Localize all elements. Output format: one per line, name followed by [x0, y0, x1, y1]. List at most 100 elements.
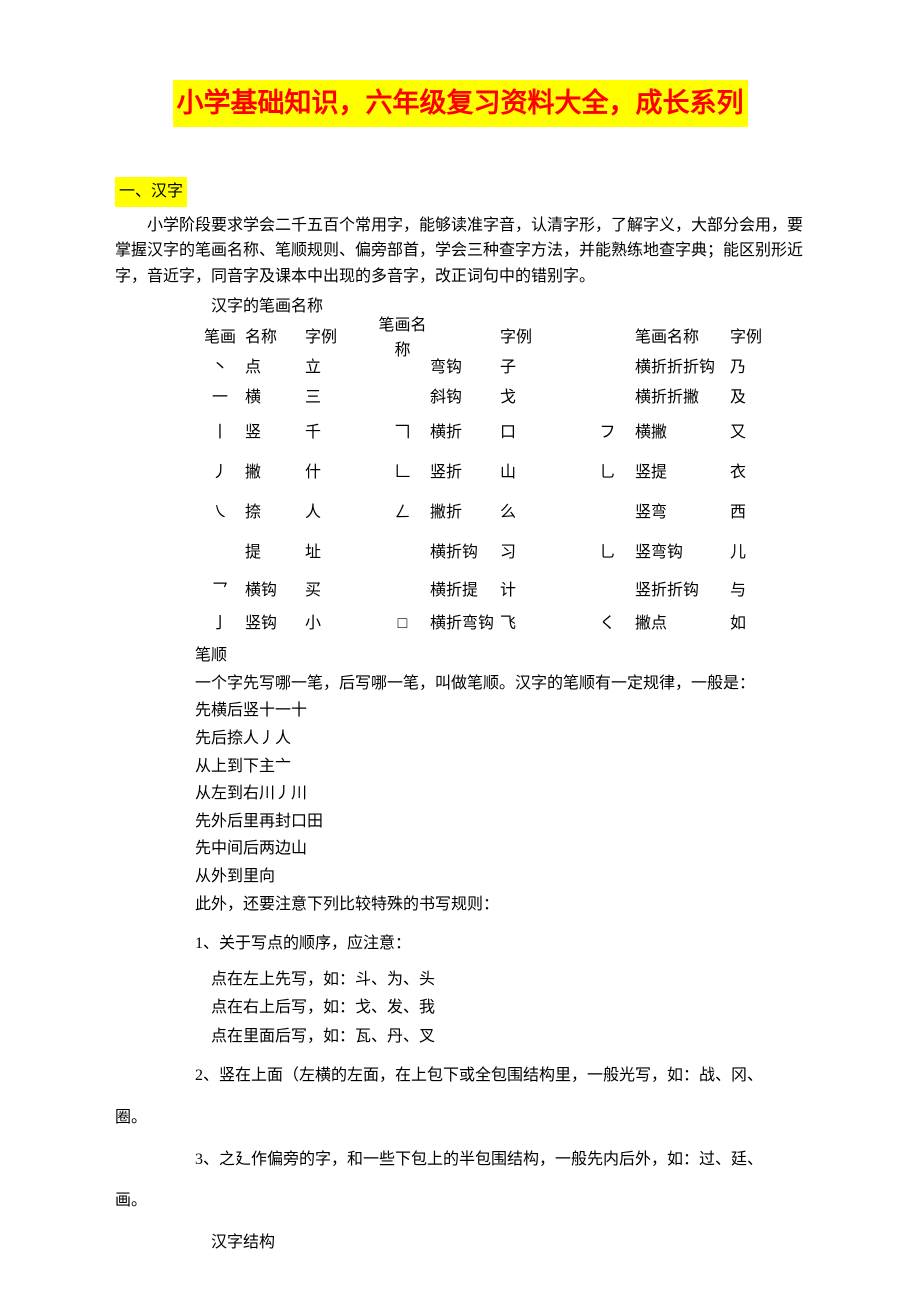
cell-example: 飞 [500, 611, 580, 637]
cell-stroke: 一 [195, 385, 245, 411]
numbered-1: 1、关于写点的顺序，应注意： [195, 931, 805, 957]
cell-name: 横折提 [430, 578, 500, 604]
th-stroke: 笔画 [195, 325, 245, 351]
subhead-stroke-names: 汉字的笔画名称 [211, 294, 805, 320]
table-row: 一 横 三 斜钩 戈 横折折撇 及 [195, 383, 805, 413]
table-row: 丶 点 立 弯钩 子 横折折折钩 乃 [195, 353, 805, 383]
so-line: 从上到下主亠 [195, 754, 805, 780]
cell-stroke: 乚 [580, 540, 635, 566]
cell-name: 弯钩 [430, 355, 500, 381]
th-name: 名称 [245, 325, 305, 351]
numbered-3-tail: 画。 [115, 1188, 805, 1214]
cell-name: 横撇 [635, 420, 730, 446]
cell-name: 竖折折钩 [635, 578, 730, 604]
cell-example: 计 [500, 578, 580, 604]
intro-paragraph: 小学阶段要求学会二千五百个常用字，能够读准字音，认清字形，了解字义，大部分会用，… [115, 213, 805, 290]
cell-example: 人 [305, 500, 375, 526]
so-line: 从左到右川丿川 [195, 781, 805, 807]
cell-name: 撇点 [635, 611, 730, 637]
cell-example: 及 [730, 385, 770, 411]
numbered-2: 2、竖在上面（左横的左面，在上包下或全包围结构里，一般光写，如：战、冈、 [195, 1063, 805, 1089]
table-row: 亅 竖钩 小 □ 横折弯钩 飞 く 撇点 如 [195, 609, 805, 639]
cell-example: 如 [730, 611, 770, 637]
cell-name: 竖弯 [635, 500, 730, 526]
cell-stroke: 𠃍 [375, 420, 430, 446]
cell-stroke: 乚 [580, 460, 635, 486]
section-header-hanzi: 一、汉字 [115, 177, 187, 207]
cell-example: 小 [305, 611, 375, 637]
cell-stroke: ㄥ [375, 500, 430, 526]
cell-name: 横折弯钩 [430, 611, 500, 637]
cell-example: 习 [500, 540, 580, 566]
cell-example: 儿 [730, 540, 770, 566]
so-line: 一个字先写哪一笔，后写哪一笔，叫做笔顺。汉字的笔顺有一定规律，一般是： [195, 671, 805, 697]
cell-stroke: 丿 [195, 460, 245, 486]
th-example: 字例 [305, 325, 375, 351]
cell-example: 西 [730, 500, 770, 526]
cell-name: 撇 [245, 460, 305, 486]
cell-name: 点 [245, 355, 305, 381]
cell-example: 三 [305, 385, 375, 411]
cell-name: 横钩 [245, 578, 305, 604]
cell-name: 横折折折钩 [635, 355, 730, 381]
table-header-row: 笔画 名称 字例 笔画名称 字例 笔画名称 字例 [195, 323, 805, 353]
cell-example: 千 [305, 420, 375, 446]
cell-name: 竖 [245, 420, 305, 446]
cell-example: 与 [730, 578, 770, 604]
cell-name: 横折钩 [430, 540, 500, 566]
stroke-names-table: 笔画 名称 字例 笔画名称 字例 笔画名称 字例 丶 点 立 弯钩 子 横折折折… [195, 323, 805, 639]
sub-line: 点在右上后写，如：戈、发、我 [211, 995, 805, 1021]
so-line: 先横后竖十一十 [195, 698, 805, 724]
so-line: 先后捺人丿人 [195, 726, 805, 752]
cell-example: 子 [500, 355, 580, 381]
table-row: 提 址 横折钩 习 乚 竖弯钩 儿 [195, 533, 805, 573]
cell-stroke: 乛 [195, 578, 245, 604]
sub-line: 点在左上先写，如：斗、为、头 [211, 967, 805, 993]
cell-example: 乃 [730, 355, 770, 381]
so-line: 从外到里向 [195, 864, 805, 890]
cell-example: 买 [305, 578, 375, 604]
cell-name: 提 [245, 540, 305, 566]
cell-example: 立 [305, 355, 375, 381]
numbered-2-tail: 圈。 [115, 1105, 805, 1131]
cell-stroke: ㇏ [195, 500, 245, 526]
th-example2: 字例 [500, 325, 580, 351]
cell-name: 竖折 [430, 460, 500, 486]
th-stroke2: 笔画名称 [375, 313, 430, 364]
cell-stroke: フ [580, 420, 635, 446]
so-line: 此外，还要注意下列比较特殊的书写规则： [195, 892, 805, 918]
cell-example: 什 [305, 460, 375, 486]
stroke-order-title: 笔顺 [195, 643, 805, 669]
cell-name: 撇折 [430, 500, 500, 526]
subhead-structure: 汉字结构 [211, 1230, 805, 1256]
cell-example: 衣 [730, 460, 770, 486]
sub-line: 点在里面后写，如：瓦、丹、叉 [211, 1024, 805, 1050]
cell-stroke: 丶 [195, 355, 245, 381]
cell-name: 捺 [245, 500, 305, 526]
cell-example: 又 [730, 420, 770, 446]
cell-example: 址 [305, 540, 375, 566]
cell-name: 竖弯钩 [635, 540, 730, 566]
cell-example: 么 [500, 500, 580, 526]
table-row: 丨 竖 千 𠃍 横折 口 フ 横撇 又 [195, 413, 805, 453]
cell-name: 竖提 [635, 460, 730, 486]
cell-name: 竖钩 [245, 611, 305, 637]
cell-example: 口 [500, 420, 580, 446]
cell-name: 横折 [430, 420, 500, 446]
table-row: ㇏ 捺 人 ㄥ 撇折 么 竖弯 西 [195, 493, 805, 533]
th-example3: 字例 [730, 325, 770, 351]
cell-stroke: 丨 [195, 420, 245, 446]
th-name3: 笔画名称 [635, 325, 730, 351]
table-row: 乛 横钩 买 横折提 计 竖折折钩 与 [195, 573, 805, 609]
cell-stroke: 亅 [195, 611, 245, 637]
cell-stroke: □ [375, 611, 430, 637]
cell-name: 横 [245, 385, 305, 411]
numbered-3: 3、之廴作偏旁的字，和一些下包上的半包围结构，一般先内后外，如：过、廷、 [195, 1147, 805, 1173]
cell-name: 斜钩 [430, 385, 500, 411]
so-line: 先外后里再封口田 [195, 809, 805, 835]
cell-name: 横折折撇 [635, 385, 730, 411]
page-title: 小学基础知识，六年级复习资料大全，成长系列 [173, 80, 748, 127]
cell-stroke: く [580, 611, 635, 637]
so-line: 先中间后两边山 [195, 836, 805, 862]
cell-stroke: 𠃊 [375, 460, 430, 486]
